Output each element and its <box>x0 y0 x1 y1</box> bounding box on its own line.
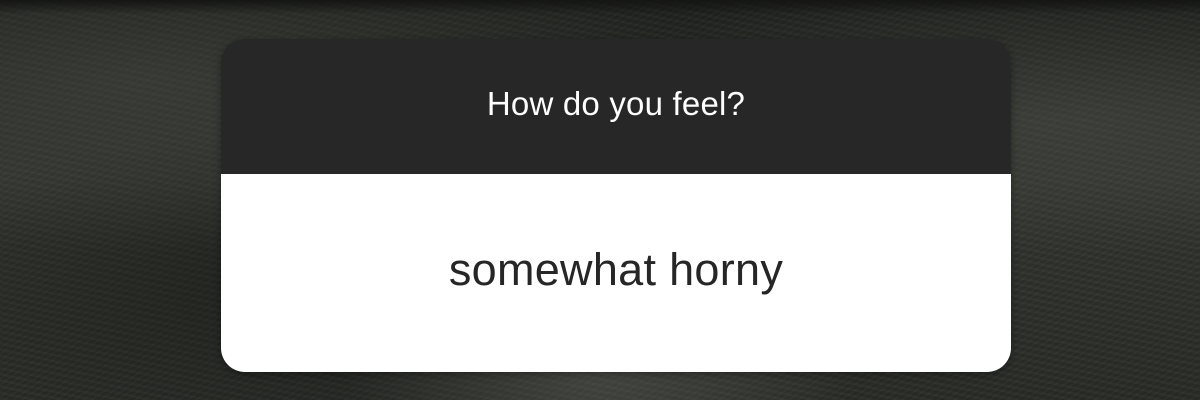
question-text: How do you feel? <box>486 84 746 122</box>
question-sticker[interactable]: How do you feel? somewhat horny <box>221 39 1011 372</box>
question-header: How do you feel? <box>221 39 1011 174</box>
answer-area: somewhat horny <box>221 174 1011 372</box>
answer-text: somewhat horny <box>448 244 784 295</box>
